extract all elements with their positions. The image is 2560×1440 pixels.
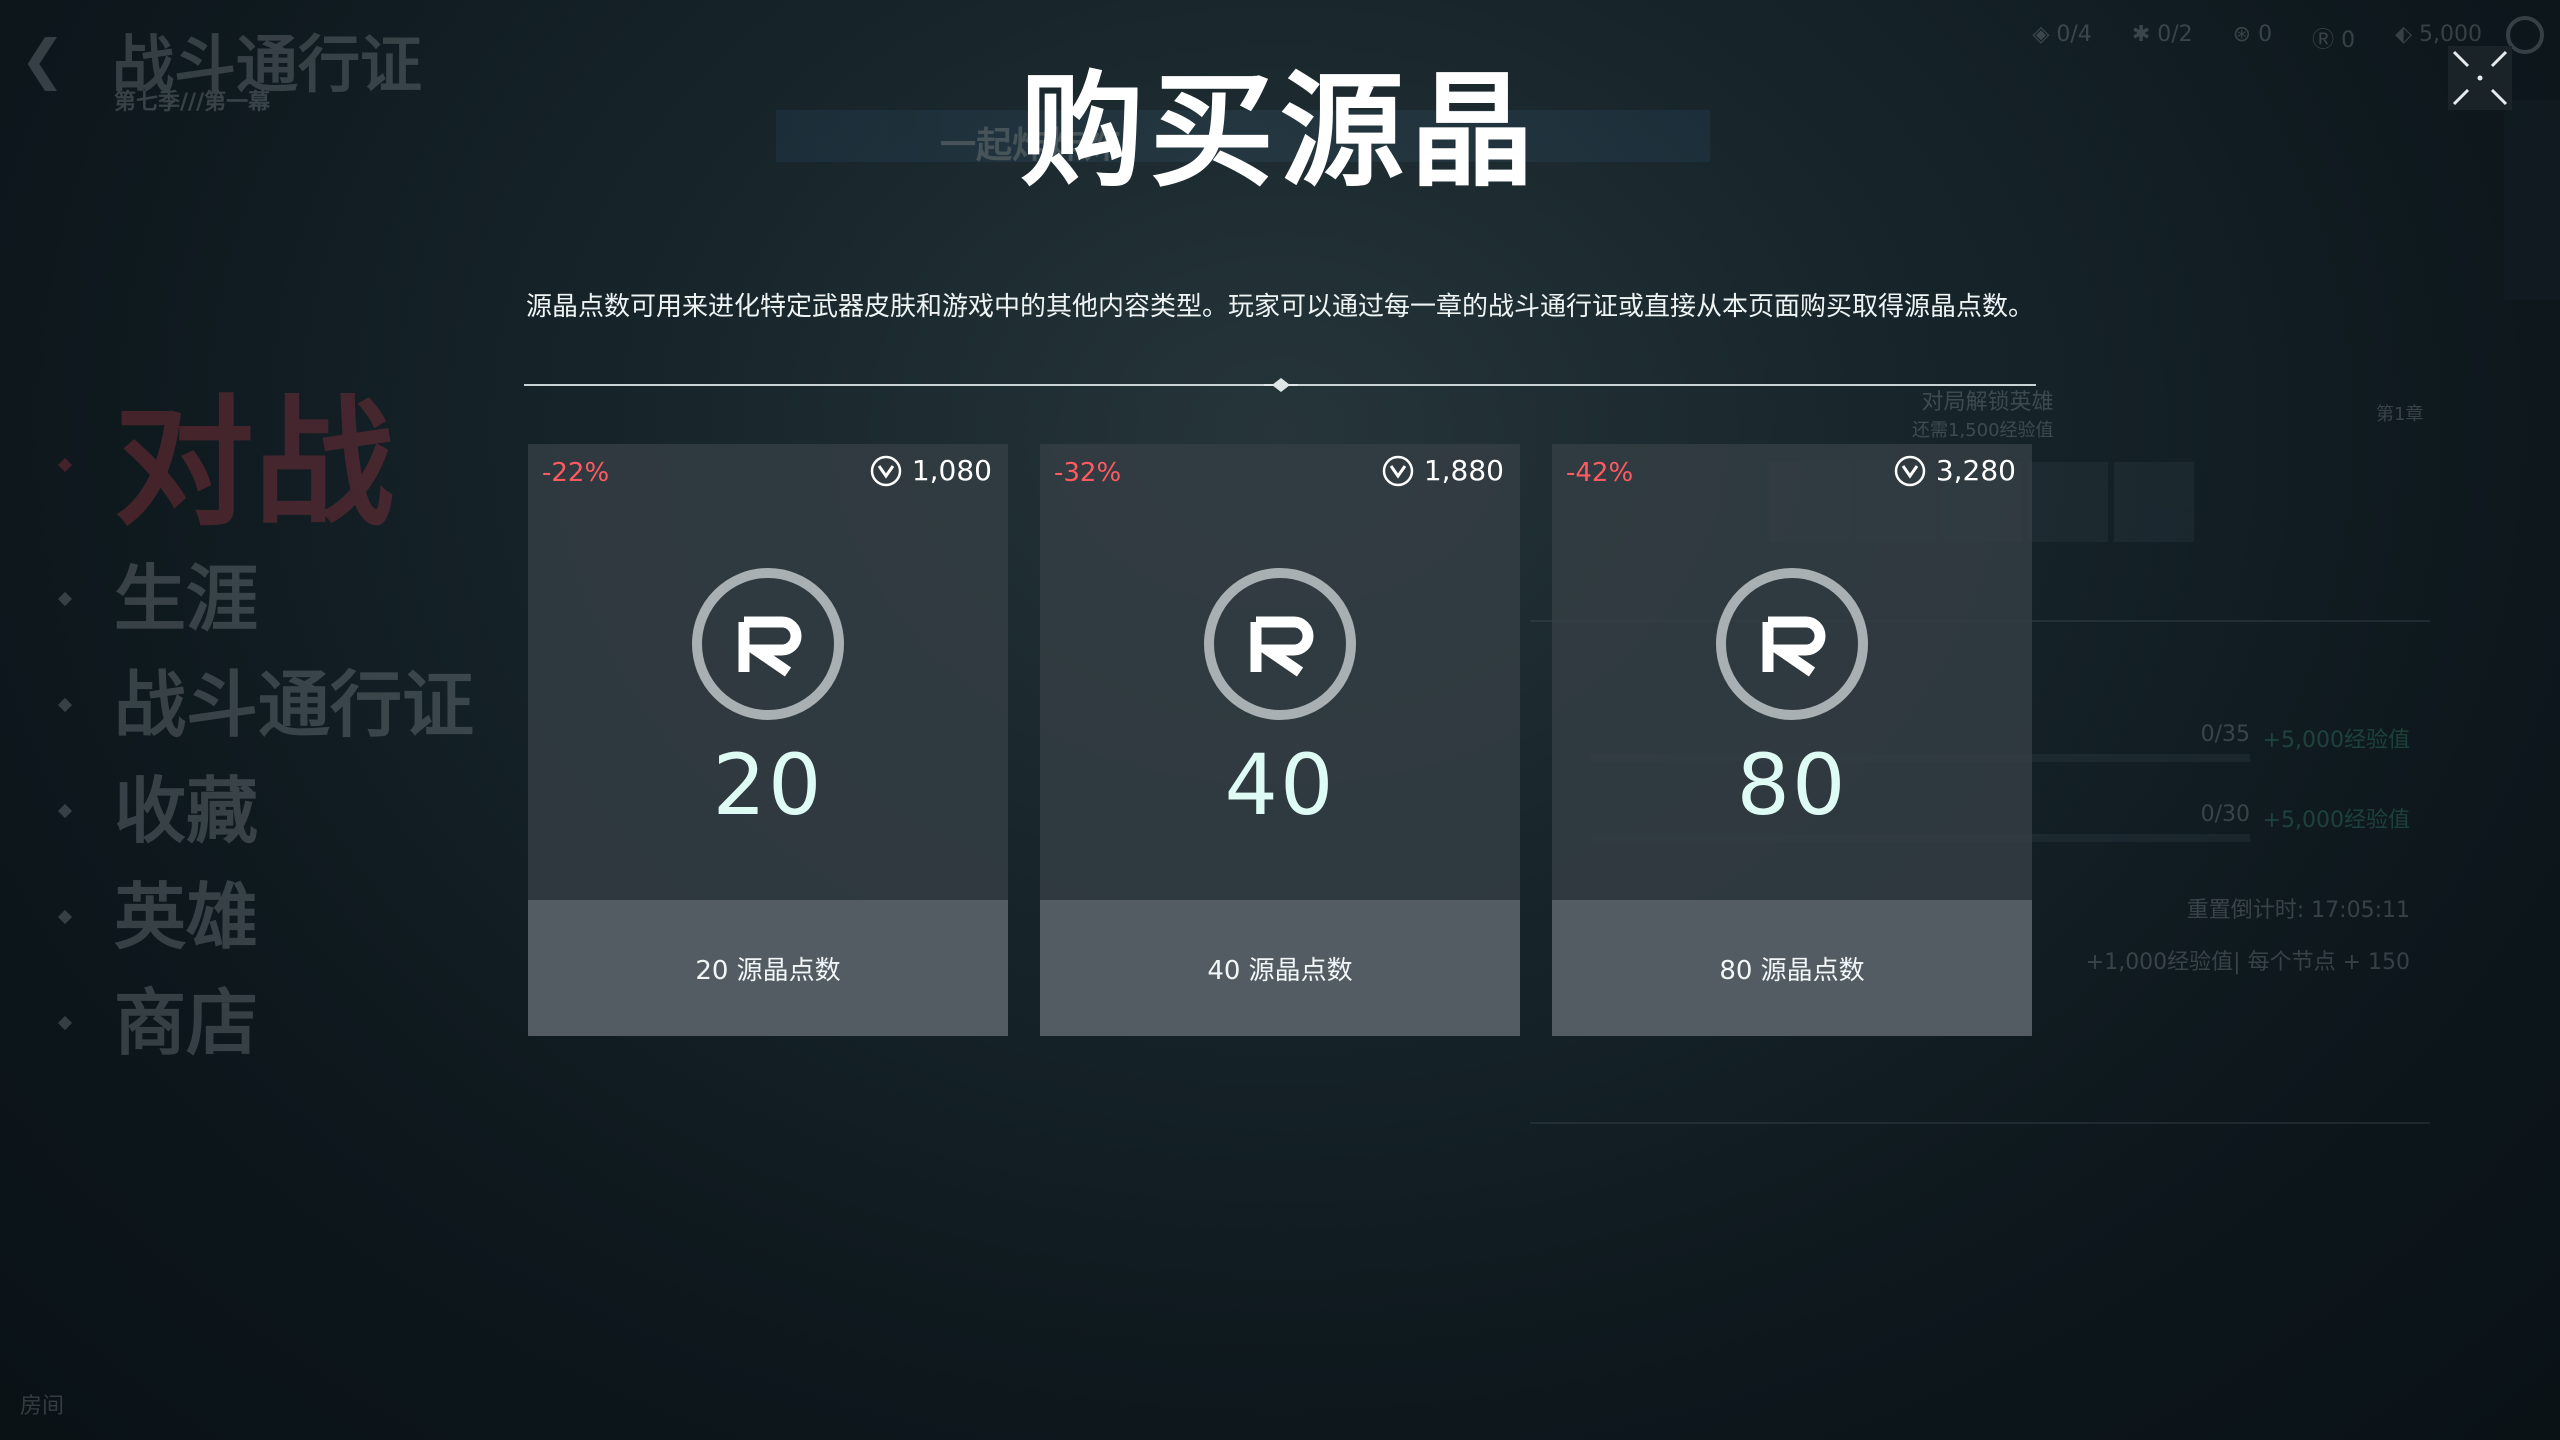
offer-card-body: -22% 1,080 20 <box>528 444 1008 900</box>
offer-amount: 80 <box>1736 736 1848 834</box>
background-room-label: 房间 <box>20 1394 65 1419</box>
background-unlock-header: 对局解锁英雄 还需1,500经验值 <box>1912 384 2054 442</box>
background-unlock-sub: 还需1,500经验值 <box>1912 420 2054 441</box>
background-chapter-label: 第1章 <box>2376 404 2424 425</box>
menu-item-collection[interactable]: 收藏 <box>57 764 474 858</box>
menu-item-label: 战斗通行证 <box>114 663 475 747</box>
offer-card-body: -42% 3,280 80 <box>1552 444 2032 900</box>
discount-badge: -32% <box>1054 458 1122 488</box>
menu-item-store[interactable]: 商店 <box>57 976 474 1070</box>
offer-amount: 20 <box>712 736 824 834</box>
discount-badge: -42% <box>1566 458 1634 488</box>
radianite-icon <box>1204 568 1356 720</box>
background-main-menu: 对战 生涯 战斗通行证 收藏 英雄 商店 <box>57 383 475 1082</box>
menu-item-career[interactable]: 生涯 <box>57 552 474 646</box>
mission-progress: 0/35 <box>2200 722 2250 747</box>
radianite-icon <box>692 568 844 720</box>
menu-item-label: 收藏 <box>114 769 259 853</box>
menu-item-label: 生涯 <box>114 557 259 641</box>
agent-tile[interactable] <box>2114 462 2194 542</box>
offer-price: 3,280 <box>1894 454 2016 487</box>
menu-item-label: 对战 <box>114 383 395 546</box>
valorant-points-icon <box>1894 455 1926 486</box>
valorant-points-icon <box>1382 455 1414 486</box>
offer-label-bar: 40 源晶点数 <box>1040 900 1520 1036</box>
menu-bullet <box>57 457 73 473</box>
offer-card-40[interactable]: -32% 1,880 40 40 源晶点数 <box>1040 444 1520 1036</box>
offer-label: 20 源晶点数 <box>695 955 841 986</box>
offer-card-80[interactable]: -42% 3,280 80 80 源晶点数 <box>1552 444 2032 1036</box>
offer-label: 80 源晶点数 <box>1719 955 1865 986</box>
close-button[interactable] <box>2448 46 2512 110</box>
divider-ornament-icon <box>1264 378 1298 392</box>
menu-bullet <box>57 697 73 713</box>
radianite-icon <box>1716 568 1868 720</box>
screen: ❮ 战斗通行证 第七季///第一幕 一起炸炸炸 ◈ 0/4 ✱ 0/2 ⊛ 0 … <box>0 0 2560 1440</box>
agent-tile[interactable] <box>2028 462 2108 542</box>
price-value: 1,880 <box>1423 454 1504 487</box>
modal-description: 源晶点数可用来进化特定武器皮肤和游戏中的其他内容类型。玩家可以通过每一章的战斗通… <box>526 292 2035 322</box>
close-icon <box>2448 46 2512 110</box>
menu-bullet <box>57 803 73 819</box>
menu-item-agents[interactable]: 英雄 <box>57 870 474 964</box>
offer-price: 1,880 <box>1382 454 1504 487</box>
menu-item-battlepass[interactable]: 战斗通行证 <box>57 658 475 752</box>
menu-bullet <box>57 909 73 925</box>
mission-xp: +5,000经验值 <box>2262 808 2410 833</box>
menu-item-label: 英雄 <box>114 875 259 959</box>
menu-item-label: 商店 <box>114 981 259 1065</box>
offer-amount: 40 <box>1224 736 1336 834</box>
background-unlock-title: 对局解锁英雄 <box>1921 390 2054 415</box>
offer-label-bar: 80 源晶点数 <box>1552 900 2032 1036</box>
offer-cards: -22% 1,080 20 20 源晶点数 -32% 1,880 40 40 源… <box>528 444 2032 1036</box>
offer-label-bar: 20 源晶点数 <box>528 900 1008 1036</box>
discount-badge: -22% <box>542 458 610 488</box>
price-value: 1,080 <box>911 454 992 487</box>
mission-progress: 0/30 <box>2200 802 2250 827</box>
mission-xp: +5,000经验值 <box>2262 728 2410 753</box>
offer-label: 40 源晶点数 <box>1207 955 1353 986</box>
modal-title: 购买源晶 <box>1019 60 1540 204</box>
offer-card-20[interactable]: -22% 1,080 20 20 源晶点数 <box>528 444 1008 1036</box>
menu-bullet <box>57 1015 73 1031</box>
menu-item-play[interactable]: 对战 <box>57 383 474 546</box>
valorant-points-icon <box>870 455 902 486</box>
menu-bullet <box>57 591 73 607</box>
price-value: 3,280 <box>1935 454 2016 487</box>
offer-card-body: -32% 1,880 40 <box>1040 444 1520 900</box>
offer-price: 1,080 <box>870 454 992 487</box>
